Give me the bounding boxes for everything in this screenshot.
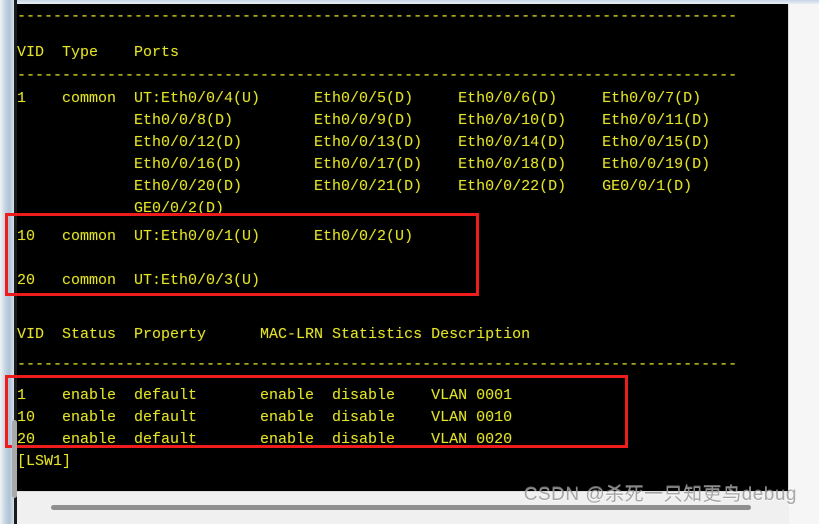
separator-line-top: ----------------------------------------… bbox=[17, 8, 738, 25]
ports-table-row: GE0/0/2(D) bbox=[17, 200, 225, 217]
ports-table-row: Eth0/0/12(D) Eth0/0/13(D) Eth0/0/14(D) E… bbox=[17, 134, 711, 151]
vertical-scrollbar-thumb[interactable] bbox=[12, 420, 17, 498]
ports-table-row-vlan20: 20 common UT:Eth0/0/3(U) bbox=[17, 272, 261, 289]
terminal-output-area[interactable]: ----------------------------------------… bbox=[17, 4, 789, 492]
status-table-header: VID Status Property MAC-LRN Statistics D… bbox=[17, 326, 531, 343]
vertical-scrollbar[interactable] bbox=[788, 4, 819, 524]
terminal-window: ----------------------------------------… bbox=[0, 0, 819, 524]
status-table-row-vlan1: 1 enable default enable disable VLAN 000… bbox=[17, 387, 513, 404]
watermark-text: CSDN @杀死一只知更鸟debug bbox=[523, 484, 797, 505]
separator-line-status-header: ----------------------------------------… bbox=[17, 356, 738, 373]
ports-table-header: VID Type Ports bbox=[17, 44, 180, 61]
status-table-row-vlan20: 20 enable default enable disable VLAN 00… bbox=[17, 431, 513, 448]
ports-table-row-vlan10: 10 common UT:Eth0/0/1(U) Eth0/0/2(U) bbox=[17, 228, 414, 245]
shell-prompt: [LSW1] bbox=[17, 453, 72, 470]
status-table-row-vlan10: 10 enable default enable disable VLAN 00… bbox=[17, 409, 513, 426]
separator-line-ports-header: ----------------------------------------… bbox=[17, 67, 738, 84]
ports-table-row: 1 common UT:Eth0/0/4(U) Eth0/0/5(D) Eth0… bbox=[17, 90, 702, 107]
ports-table-row: Eth0/0/16(D) Eth0/0/17(D) Eth0/0/18(D) E… bbox=[17, 156, 711, 173]
vertical-scrollbar-track[interactable] bbox=[799, 4, 808, 524]
ports-table-row: Eth0/0/20(D) Eth0/0/21(D) Eth0/0/22(D) G… bbox=[17, 178, 693, 195]
ports-table-row: Eth0/0/8(D) Eth0/0/9(D) Eth0/0/10(D) Eth… bbox=[17, 112, 711, 129]
